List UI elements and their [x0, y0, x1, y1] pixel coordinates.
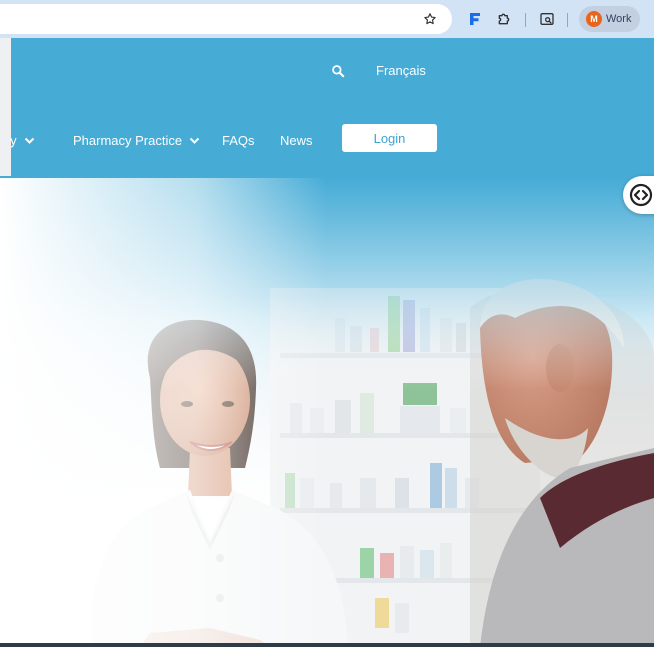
puzzle-icon[interactable]: [494, 9, 514, 29]
tab-search-icon[interactable]: [537, 9, 557, 29]
profile-button[interactable]: M Work: [579, 6, 640, 32]
nav-item-pharmacy-practice[interactable]: Pharmacy Practice: [73, 133, 200, 148]
login-button[interactable]: Login: [342, 124, 437, 152]
page-edge-panel: [0, 38, 11, 176]
code-toggle-icon[interactable]: [623, 176, 654, 214]
site-header: [0, 38, 654, 178]
nav-item-label: News: [280, 133, 313, 148]
hero-image: [0, 178, 654, 647]
toolbar-separator: [525, 13, 526, 27]
nav-item-news[interactable]: News: [280, 133, 313, 148]
toolbar-separator: [567, 13, 568, 27]
pharmacist-with-customer-photo: [0, 178, 654, 647]
nav-item-faqs[interactable]: FAQs: [222, 133, 255, 148]
page: M Work Français ply Pharmacy Practice FA…: [0, 0, 654, 647]
chevron-down-icon: [189, 133, 200, 148]
nav-item-label: Pharmacy Practice: [73, 133, 183, 148]
star-icon[interactable]: [420, 9, 440, 29]
bottom-edge: [0, 643, 654, 647]
language-link[interactable]: Français: [376, 63, 426, 78]
address-bar[interactable]: [0, 4, 452, 34]
browser-toolbar: M Work: [0, 0, 654, 38]
nav-item-label: FAQs: [222, 133, 255, 148]
chevron-down-icon: [24, 133, 35, 148]
avatar: M: [586, 11, 602, 27]
profile-label: Work: [606, 13, 632, 25]
search-icon[interactable]: [331, 64, 347, 80]
f-extension-icon[interactable]: [465, 9, 485, 29]
